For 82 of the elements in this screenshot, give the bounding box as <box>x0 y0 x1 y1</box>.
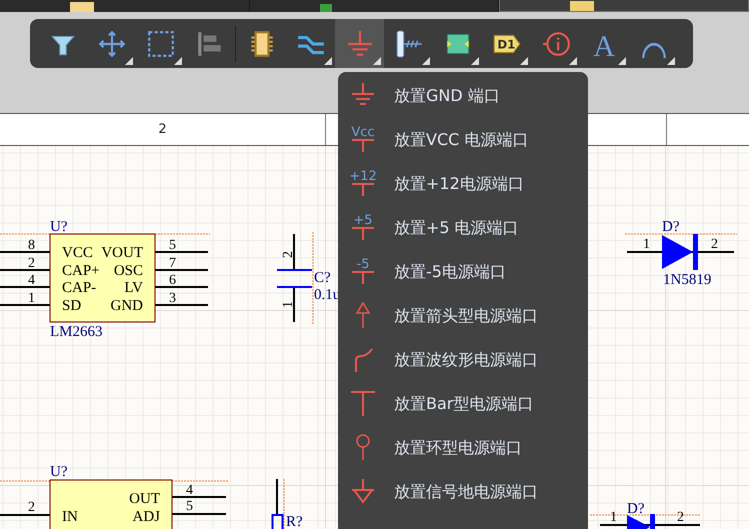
zone-label: 2 <box>158 122 167 137</box>
ground-icon <box>351 82 375 105</box>
designator-label: U? <box>50 464 68 480</box>
resistor-drawing <box>272 478 284 529</box>
pin-name: SD <box>62 298 82 314</box>
ground-icon <box>346 30 372 56</box>
pin-number: 5 <box>186 499 193 514</box>
pin-number: 5 <box>169 238 176 253</box>
pin-name: CAP+ <box>62 263 100 279</box>
wires-icon <box>296 35 325 54</box>
power-port-label: -5 <box>356 257 370 272</box>
chip-icon <box>70 2 94 12</box>
dropdown-corner-icon <box>667 57 675 65</box>
toolbar-button[interactable]: A <box>580 19 629 68</box>
menu-item[interactable]: 放置箭头型电源端口 <box>338 294 588 338</box>
menu-item[interactable]: -5 放置-5电源端口 <box>338 250 588 294</box>
designator-label: D? <box>627 501 644 517</box>
part-value-label: LM2663 <box>50 324 102 340</box>
pin-number: 1 <box>643 237 650 252</box>
power-port-label: +5 <box>353 213 373 228</box>
arrow-icon <box>356 302 370 329</box>
pin-number: 7 <box>169 256 176 271</box>
pin-number: 2 <box>281 251 296 258</box>
designator-label: C? <box>314 270 331 286</box>
pin-name: CAP- <box>62 280 96 296</box>
menu-item[interactable]: 放置GND 端口 <box>338 74 588 118</box>
filter-icon <box>50 35 74 55</box>
port-label: D1 <box>496 36 515 51</box>
sheet-symbol-icon <box>446 33 469 54</box>
pin-number: 3 <box>169 291 176 306</box>
chip-icon <box>250 30 274 56</box>
designator-label: U? <box>50 219 68 235</box>
pin-number: 2 <box>711 237 718 252</box>
pin-name: OUT <box>129 491 160 507</box>
menu-item[interactable]: +12 放置+12电源端口 <box>338 162 588 206</box>
folder-icon <box>570 1 594 11</box>
document-tab[interactable] <box>499 0 749 12</box>
pin-number: 4 <box>186 483 193 498</box>
power-port-label: +12 <box>349 169 377 184</box>
move-icon <box>98 30 125 57</box>
tee-icon <box>351 271 375 285</box>
tee-icon <box>351 227 375 241</box>
info-icon <box>542 32 570 56</box>
selection-icon <box>148 30 174 56</box>
wave-icon <box>355 348 373 372</box>
pin-number: 4 <box>28 273 35 288</box>
designator-label: D? <box>662 219 680 235</box>
menu-item[interactable]: 放置Bar型电源端口 <box>338 382 588 426</box>
pin-name: VOUT <box>101 245 143 261</box>
dropdown-corner-icon <box>618 57 626 65</box>
pin-number: 8 <box>28 238 35 253</box>
power-port-label: Vcc <box>351 125 375 140</box>
menu-item[interactable]: 放置波纹形电源端口 <box>338 338 588 382</box>
tee-icon <box>351 139 375 153</box>
dropdown-corner-icon <box>125 57 133 65</box>
pin-number: 1 <box>28 291 35 306</box>
pin-name: OSC <box>114 263 143 279</box>
pin-number: 2 <box>28 500 35 515</box>
menu-item[interactable]: Vcc 放置VCC 电源端口 <box>338 118 588 162</box>
pin-name: LV <box>124 280 143 296</box>
signal-ground-icon <box>351 478 375 504</box>
pin-number: 6 <box>169 273 176 288</box>
pin-number: 2 <box>28 256 35 271</box>
arc-icon <box>642 42 666 58</box>
menu-item[interactable]: 放置环型电源端口 <box>338 426 588 470</box>
pin-name: IN <box>62 509 78 525</box>
pin-name: ADJ <box>132 509 160 525</box>
pin-name: VCC <box>62 245 93 261</box>
text-tool-glyph: A <box>592 29 614 62</box>
bar-icon <box>350 391 376 417</box>
pin-number: 1 <box>281 301 296 308</box>
menu-item[interactable]: +5 放置+5 电源端口 <box>338 206 588 250</box>
align-icon <box>198 32 220 56</box>
chip-icon <box>320 4 332 12</box>
tee-icon <box>351 183 375 197</box>
menu-item[interactable]: 放置信号地电源端口 <box>338 470 588 514</box>
designator-label: R? <box>286 514 303 529</box>
harness-icon <box>396 30 422 57</box>
pin-name: GND <box>110 298 143 314</box>
part-value-label: 1N5819 <box>663 272 712 288</box>
circle-icon <box>356 434 370 460</box>
dropdown-corner-icon <box>174 57 182 65</box>
